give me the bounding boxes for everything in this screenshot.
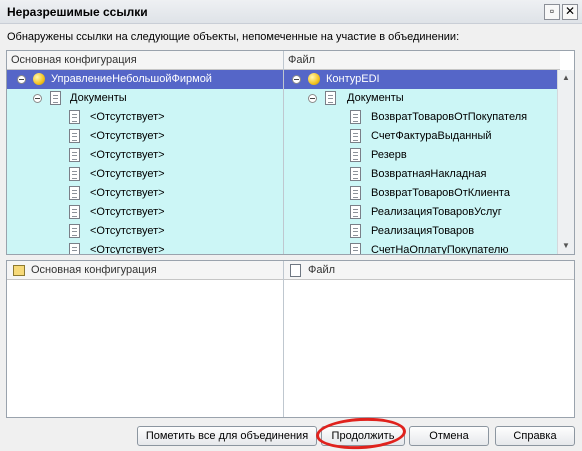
document-icon [350, 148, 361, 162]
list-item-label: <Отсутствует> [90, 168, 165, 180]
list-item-label: РеализацияТоваров [371, 225, 475, 237]
list-item[interactable]: РеализацияТоваровУслуг [284, 203, 560, 222]
configuration-icon [308, 73, 320, 85]
collapse-icon[interactable] [33, 94, 42, 103]
document-icon [69, 167, 80, 181]
document-icon [69, 148, 80, 162]
list-item[interactable]: <Отсутствует> [7, 146, 283, 165]
vertical-scrollbar[interactable]: ▲ ▼ [557, 70, 574, 254]
list-item-label: <Отсутствует> [90, 149, 165, 161]
configuration-folder-icon [13, 265, 25, 276]
list-item-label: ВозвратТоваровОтПокупателя [371, 111, 528, 123]
list-item-label: <Отсутствует> [90, 187, 165, 199]
document-icon [69, 205, 80, 219]
list-item[interactable]: ВозвратТоваровОтПокупателя [284, 108, 560, 127]
unresolved-references-tree[interactable]: Основная конфигурация Файл УправлениеНеб… [6, 50, 575, 255]
list-item[interactable]: СчетНаОплатуПокупателю [284, 241, 560, 254]
document-icon [69, 224, 80, 238]
tree-group-left[interactable]: Документы [7, 89, 283, 108]
list-item[interactable]: СчетФактураВыданный [284, 127, 560, 146]
document-icon [350, 186, 361, 200]
list-item[interactable]: ВозвратнаяНакладная [284, 165, 560, 184]
document-icon [350, 243, 361, 254]
list-item-label: СчетФактураВыданный [371, 130, 492, 142]
column-header-label: Основная конфигурация [31, 264, 157, 276]
file-icon [290, 264, 301, 277]
list-item-label: ВозвратнаяНакладная [371, 168, 487, 180]
column-header-file[interactable]: Файл [284, 261, 574, 280]
list-item[interactable]: <Отсутствует> [7, 184, 283, 203]
list-item-label: <Отсутствует> [90, 130, 165, 142]
list-item[interactable]: РеализацияТоваров [284, 222, 560, 241]
collapse-icon[interactable] [292, 75, 301, 84]
list-item[interactable]: <Отсутствует> [7, 203, 283, 222]
list-item-label: ВозвратТоваровОтКлиента [371, 187, 510, 199]
restore-icon[interactable]: ▫ [544, 4, 560, 20]
main-config-column: УправлениеНебольшойФирмой Документы <Отс… [7, 70, 283, 254]
list-item-label: <Отсутствует> [90, 206, 165, 218]
list-item[interactable]: <Отсутствует> [7, 127, 283, 146]
tree-root-right[interactable]: КонтурEDI [284, 70, 560, 89]
list-item-label: <Отсутствует> [90, 225, 165, 237]
column-header-label: Файл [308, 264, 336, 276]
document-icon [69, 110, 80, 124]
list-item[interactable]: <Отсутствует> [7, 165, 283, 184]
list-item-label: РеализацияТоваровУслуг [371, 206, 502, 218]
tree-group-right[interactable]: Документы [284, 89, 560, 108]
column-header-main-config[interactable]: Основная конфигурация [7, 51, 283, 70]
details-table[interactable]: Основная конфигурация Файл [6, 260, 575, 418]
close-icon[interactable]: ✕ [562, 4, 578, 20]
document-icon [350, 110, 361, 124]
list-item-label: <Отсутствует> [90, 111, 165, 123]
help-button[interactable]: Справка [495, 426, 575, 446]
collapse-icon[interactable] [17, 75, 26, 84]
document-icon [69, 243, 80, 254]
mark-all-for-merge-button[interactable]: Пометить все для объединения [137, 426, 317, 446]
list-item[interactable]: <Отсутствует> [7, 222, 283, 241]
collapse-icon[interactable] [308, 94, 317, 103]
scroll-down-icon[interactable]: ▼ [558, 238, 574, 254]
cancel-button[interactable]: Отмена [409, 426, 489, 446]
tree-root-left[interactable]: УправлениеНебольшойФирмой [7, 70, 283, 89]
list-item-label: СчетНаОплатуПокупателю [371, 244, 509, 254]
list-item-label: Резерв [371, 149, 407, 161]
window-title: Неразрешимые ссылки [7, 5, 148, 19]
description-label: Обнаружены ссылки на следующие объекты, … [7, 31, 460, 43]
list-item[interactable]: <Отсутствует> [7, 241, 283, 254]
document-icon [69, 129, 80, 143]
document-icon [350, 167, 361, 181]
configuration-icon [33, 73, 45, 85]
document-icon [350, 224, 361, 238]
column-header-file[interactable]: Файл [284, 51, 560, 70]
tree-root-label: КонтурEDI [326, 73, 380, 85]
list-item-label: <Отсутствует> [90, 244, 165, 254]
tree-root-label: УправлениеНебольшойФирмой [51, 73, 212, 85]
document-icon [350, 129, 361, 143]
file-column: КонтурEDI Документы ВозвратТоваровОтПоку… [284, 70, 560, 254]
list-item[interactable]: ВозвратТоваровОтКлиента [284, 184, 560, 203]
list-item[interactable]: Резерв [284, 146, 560, 165]
list-item[interactable]: <Отсутствует> [7, 108, 283, 127]
documents-icon [50, 91, 61, 105]
tree-group-label: Документы [70, 92, 127, 104]
column-separator[interactable] [283, 261, 284, 417]
documents-icon [325, 91, 336, 105]
tree-group-label: Документы [347, 92, 404, 104]
document-icon [69, 186, 80, 200]
column-header-main-config[interactable]: Основная конфигурация [7, 261, 283, 280]
window-titlebar: Неразрешимые ссылки ▫ ✕ [0, 0, 582, 24]
document-icon [350, 205, 361, 219]
scroll-up-icon[interactable]: ▲ [558, 70, 574, 86]
